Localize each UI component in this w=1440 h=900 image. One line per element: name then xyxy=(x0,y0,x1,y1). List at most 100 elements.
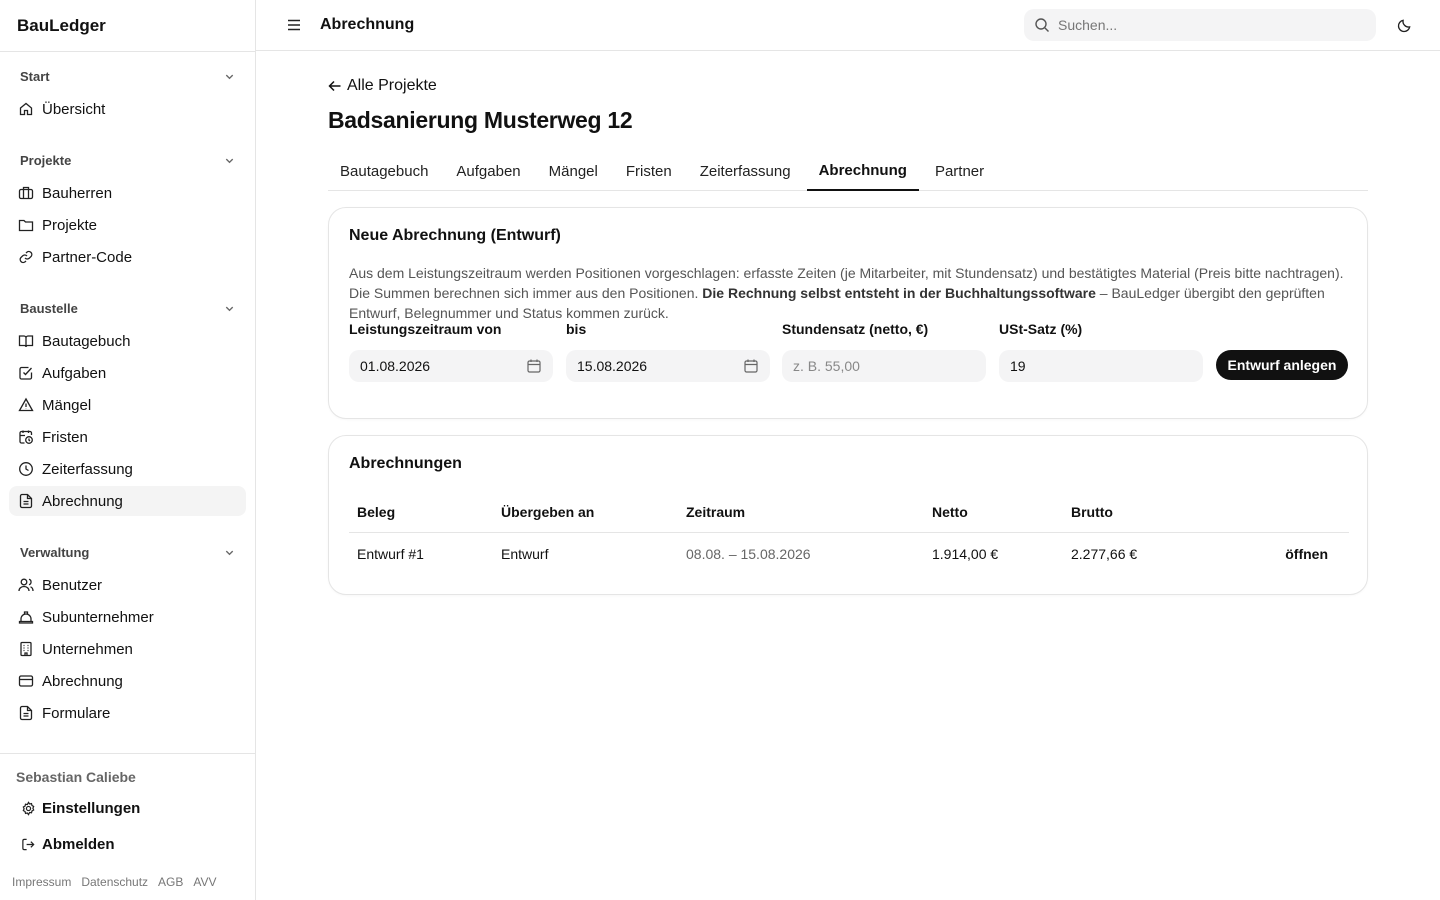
sidebar-item-projekte[interactable]: Projekte xyxy=(9,210,246,240)
sidebar-item-aufgaben[interactable]: Aufgaben xyxy=(9,358,246,388)
tab-partner[interactable]: Partner xyxy=(923,151,996,191)
legal-links: Impressum Datenschutz AGB AVV xyxy=(12,875,217,889)
theme-toggle-button[interactable] xyxy=(1394,15,1414,35)
sidebar-item-label: Bautagebuch xyxy=(42,332,131,350)
link-datenschutz[interactable]: Datenschutz xyxy=(81,875,148,889)
tab-bautagebuch[interactable]: Bautagebuch xyxy=(328,151,440,191)
sidebar-item-bautagebuch[interactable]: Bautagebuch xyxy=(9,326,246,356)
main-content: Alle Projekte Badsanierung Musterweg 12 … xyxy=(256,51,1440,900)
sidebar-footer: Sebastian Caliebe Einstellungen Abmelden… xyxy=(0,753,255,900)
open-invoice-link[interactable]: öffnen xyxy=(1203,532,1349,576)
vat-rate-input[interactable]: 19 xyxy=(999,350,1203,382)
nav-group-projekte: Projekte Bauherren Projekte Partner-Code xyxy=(0,144,255,272)
nav-group-title: Baustelle xyxy=(20,300,78,316)
vat-rate-label: USt-Satz (%) xyxy=(999,321,1083,337)
sidebar-item-abrechnung[interactable]: Abrechnung xyxy=(9,486,246,516)
cell-beleg: Entwurf #1 xyxy=(357,546,424,563)
logout-button[interactable]: Abmelden xyxy=(0,827,255,861)
logout-icon xyxy=(22,838,35,850)
sidebar-nav[interactable]: Start Übersicht Projekte Bauherren Proje… xyxy=(0,52,255,753)
table-row[interactable]: Entwurf #1 Entwurf 08.08. – 15.08.2026 1… xyxy=(349,532,1349,576)
column-header: Zeitraum xyxy=(678,492,924,533)
document-icon xyxy=(19,493,33,509)
create-draft-button[interactable]: Entwurf anlegen xyxy=(1216,350,1348,380)
nav-group-title: Start xyxy=(20,68,50,84)
sidebar-item-label: Formulare xyxy=(42,704,111,722)
sidebar-item-partner-code[interactable]: Partner-Code xyxy=(9,242,246,272)
period-to-value: 15.08.2026 xyxy=(577,358,648,374)
clock-icon xyxy=(19,462,33,476)
column-header: Netto xyxy=(924,492,1063,533)
calendar-clock-icon xyxy=(19,430,33,444)
sidebar-item-label: Benutzer xyxy=(42,576,103,594)
app-logo[interactable]: BauLedger xyxy=(0,0,255,52)
cell-netto: 1.914,00 € xyxy=(932,546,999,563)
search-box[interactable] xyxy=(1024,9,1376,41)
nav-group-header[interactable]: Verwaltung xyxy=(0,536,255,568)
cell-brutto: 2.277,66 € xyxy=(1071,546,1138,563)
users-icon xyxy=(18,578,34,592)
back-link-label: Alle Projekte xyxy=(347,77,437,94)
period-to-label: bis xyxy=(566,321,587,337)
sidebar-item-abrechnung-verwaltung[interactable]: Abrechnung xyxy=(9,666,246,696)
desc-bold-text: Die Rechnung selbst entsteht in der Buch… xyxy=(702,285,1096,301)
nav-group-header[interactable]: Baustelle xyxy=(0,292,255,324)
sidebar-item-label: Projekte xyxy=(42,216,98,234)
sidebar-item-label: Bauherren xyxy=(42,184,113,202)
credit-card-icon xyxy=(18,675,34,687)
link-icon xyxy=(19,250,33,264)
period-from-label: Leistungszeitraum von xyxy=(349,321,502,337)
nav-group-header[interactable]: Projekte xyxy=(0,144,255,176)
nav-group-verwaltung: Verwaltung Benutzer Subunternehmer Unter… xyxy=(0,536,255,728)
sidebar-item-uebersicht[interactable]: Übersicht xyxy=(9,94,246,124)
topbar: Abrechnung xyxy=(256,0,1440,51)
hourly-rate-field: Stundensatz (netto, €) z. B. 55,00 xyxy=(782,321,986,382)
chevron-down-icon xyxy=(225,550,234,555)
draft-invoice-card: Neue Abrechnung (Entwurf) Aus dem Leistu… xyxy=(328,207,1368,419)
period-to-input[interactable]: 15.08.2026 xyxy=(566,350,770,382)
book-icon xyxy=(18,335,34,348)
settings-button[interactable]: Einstellungen xyxy=(0,791,255,825)
tab-zeiterfassung[interactable]: Zeiterfassung xyxy=(688,151,803,191)
page-context-title: Abrechnung xyxy=(320,16,415,33)
cell-zeitraum: 08.08. – 15.08.2026 xyxy=(686,546,811,563)
table-header-row: Beleg Übergeben an Zeitraum Netto Brutto xyxy=(349,492,1349,533)
sidebar-item-bauherren[interactable]: Bauherren xyxy=(9,178,246,208)
link-avv[interactable]: AVV xyxy=(193,875,216,889)
link-agb[interactable]: AGB xyxy=(158,875,183,889)
hourly-rate-label: Stundensatz (netto, €) xyxy=(782,321,929,337)
sidebar-item-formulare[interactable]: Formulare xyxy=(9,698,246,728)
menu-toggle-button[interactable] xyxy=(284,15,304,35)
sidebar-item-zeiterfassung[interactable]: Zeiterfassung xyxy=(9,454,246,484)
calendar-icon[interactable] xyxy=(743,358,759,374)
tab-fristen[interactable]: Fristen xyxy=(614,151,684,191)
tab-maengel[interactable]: Mängel xyxy=(537,151,610,191)
tab-aufgaben[interactable]: Aufgaben xyxy=(444,151,532,191)
sidebar-item-maengel[interactable]: Mängel xyxy=(9,390,246,420)
settings-label: Einstellungen xyxy=(42,799,141,817)
nav-group-header[interactable]: Start xyxy=(0,60,255,92)
sidebar-item-benutzer[interactable]: Benutzer xyxy=(9,570,246,600)
hourly-rate-input[interactable]: z. B. 55,00 xyxy=(782,350,986,382)
sidebar-item-unternehmen[interactable]: Unternehmen xyxy=(9,634,246,664)
cell-uebergeben: Entwurf xyxy=(501,546,549,563)
page-title: Badsanierung Musterweg 12 xyxy=(328,107,633,133)
column-header: Brutto xyxy=(1063,492,1203,533)
sidebar-item-label: Aufgaben xyxy=(42,364,107,382)
briefcase-icon xyxy=(18,186,34,200)
calendar-icon[interactable] xyxy=(526,358,542,374)
sidebar-item-label: Mängel xyxy=(42,396,92,414)
hardhat-icon xyxy=(18,611,34,624)
sidebar-item-subunternehmer[interactable]: Subunternehmer xyxy=(9,602,246,632)
period-from-value: 01.08.2026 xyxy=(360,358,431,374)
vat-rate-field: USt-Satz (%) 19 xyxy=(999,321,1203,382)
home-icon xyxy=(19,102,33,116)
tab-abrechnung[interactable]: Abrechnung xyxy=(806,151,919,191)
sidebar-item-fristen[interactable]: Fristen xyxy=(9,422,246,452)
chevron-down-icon xyxy=(225,306,234,311)
back-link[interactable]: Alle Projekte xyxy=(328,77,437,95)
link-impressum[interactable]: Impressum xyxy=(12,875,71,889)
search-input[interactable] xyxy=(1058,17,1358,33)
period-from-input[interactable]: 01.08.2026 xyxy=(349,350,553,382)
invoices-table: Beleg Übergeben an Zeitraum Netto Brutto… xyxy=(349,492,1349,576)
